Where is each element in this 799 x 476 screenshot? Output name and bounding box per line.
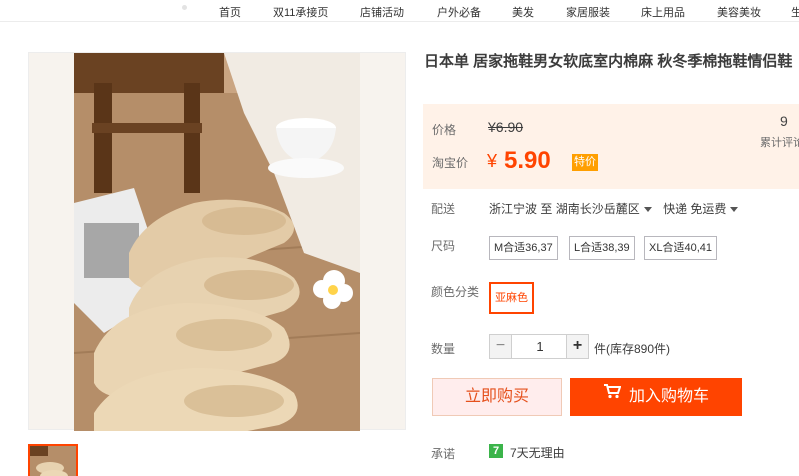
price-box: 价格 ¥6.90 淘宝价 ¥ 5.90 特价 9 累计评论: [423, 104, 799, 189]
ship-destination[interactable]: 湖南长沙岳麓区: [556, 202, 640, 216]
shipping-info: 浙江宁波 至 湖南长沙岳麓区 快递 免运费: [489, 200, 746, 217]
nav-item-outdoor[interactable]: 户外必备: [437, 4, 481, 20]
original-price: ¥6.90: [488, 119, 524, 135]
product-main-image[interactable]: [74, 53, 360, 431]
special-price-badge: 特价: [572, 154, 598, 171]
nav-item-store-events[interactable]: 店铺活动: [360, 4, 404, 20]
ship-to-word: 至: [540, 202, 553, 216]
nav-item-home[interactable]: 首页: [219, 4, 241, 20]
product-gallery: [28, 52, 406, 431]
top-nav: 首页 双11承接页 店铺活动 户外必备 美发 家居服装 床上用品 美容美妆 生: [0, 0, 799, 22]
add-to-cart-button[interactable]: 加入购物车: [570, 378, 742, 416]
current-price: 5.90: [504, 147, 551, 174]
cart-icon: [603, 376, 622, 414]
nav-item-homewear[interactable]: 家居服装: [566, 4, 610, 20]
ship-from: 浙江宁波: [489, 202, 538, 216]
add-to-cart-label: 加入购物车: [628, 388, 709, 405]
price-label: 价格: [432, 123, 457, 137]
nav-item-double11[interactable]: 双11承接页: [273, 4, 328, 20]
nav-item-hair[interactable]: 美发: [512, 4, 534, 20]
size-option-m[interactable]: M合适36,37: [489, 236, 558, 260]
currency-symbol: ¥: [487, 151, 498, 171]
color-option-linen[interactable]: 亚麻色: [489, 282, 534, 314]
size-label: 尺码: [431, 239, 456, 253]
stock-info: 件(库存890件): [594, 342, 671, 356]
quantity-decrease-button[interactable]: −: [490, 335, 512, 358]
promise-text[interactable]: 7天无理由: [510, 444, 565, 461]
taobao-price-label: 淘宝价: [432, 156, 469, 170]
review-count-label[interactable]: 累计评论: [760, 134, 799, 150]
nav-item-more[interactable]: 生: [791, 4, 799, 20]
quantity-increase-button[interactable]: +: [566, 335, 588, 358]
nav-divider: [0, 21, 799, 22]
quantity-stepper: − +: [489, 334, 589, 359]
shipping-label: 配送: [431, 202, 456, 216]
quantity-input[interactable]: [513, 335, 567, 358]
color-label: 颜色分类: [431, 285, 480, 299]
review-count[interactable]: 9: [780, 113, 788, 129]
product-thumbnail[interactable]: [28, 444, 78, 476]
size-option-xl[interactable]: XL合适40,41: [644, 236, 717, 260]
seven-day-return-icon: 7: [489, 444, 503, 458]
chevron-down-icon[interactable]: [730, 207, 739, 212]
product-title: 日本单 居家拖鞋男女软底室内棉麻 秋冬季棉拖鞋情侣鞋: [424, 53, 793, 70]
chevron-down-icon[interactable]: [643, 207, 652, 212]
ship-method[interactable]: 快递 免运费: [663, 202, 726, 216]
nav-item-bedding[interactable]: 床上用品: [641, 4, 685, 20]
buy-now-button[interactable]: 立即购买: [432, 378, 562, 416]
nav-item-beauty[interactable]: 美容美妆: [717, 4, 761, 20]
nav-dot: [182, 5, 187, 10]
size-option-l[interactable]: L合适38,39: [569, 236, 635, 260]
promise-label: 承诺: [431, 447, 456, 461]
quantity-label: 数量: [431, 342, 456, 356]
